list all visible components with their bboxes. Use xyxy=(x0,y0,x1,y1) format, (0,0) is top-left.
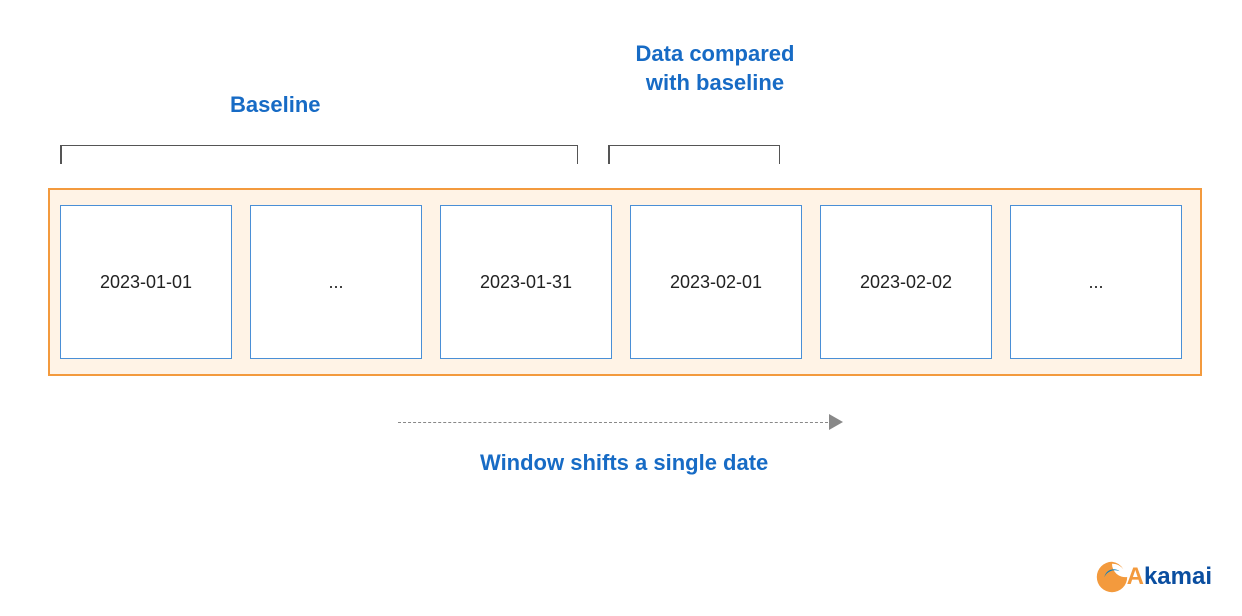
date-cell: ... xyxy=(250,205,422,359)
shift-label: Window shifts a single date xyxy=(480,450,768,476)
sliding-window-diagram: Baseline Data compared with baseline 202… xyxy=(60,40,1190,180)
compared-label: Data compared with baseline xyxy=(615,40,815,97)
akamai-wordmark: Akamai xyxy=(1127,563,1212,591)
top-labels-row: Baseline Data compared with baseline xyxy=(60,40,1190,180)
date-cell: ... xyxy=(1010,205,1182,359)
akamai-swoosh-icon xyxy=(1093,558,1131,596)
akamai-logo: Akamai xyxy=(1093,558,1212,596)
baseline-label: Baseline xyxy=(230,92,321,118)
date-cell: 2023-01-01 xyxy=(60,205,232,359)
arrow-head-icon xyxy=(829,414,843,430)
baseline-bracket xyxy=(60,145,578,163)
date-cell: 2023-01-31 xyxy=(440,205,612,359)
compared-bracket xyxy=(608,145,780,163)
date-cell: 2023-02-02 xyxy=(820,205,992,359)
shift-arrow xyxy=(398,410,843,440)
window-box: 2023-01-01 ... 2023-01-31 2023-02-01 202… xyxy=(48,188,1202,376)
arrow-line xyxy=(398,422,828,423)
date-cell: 2023-02-01 xyxy=(630,205,802,359)
